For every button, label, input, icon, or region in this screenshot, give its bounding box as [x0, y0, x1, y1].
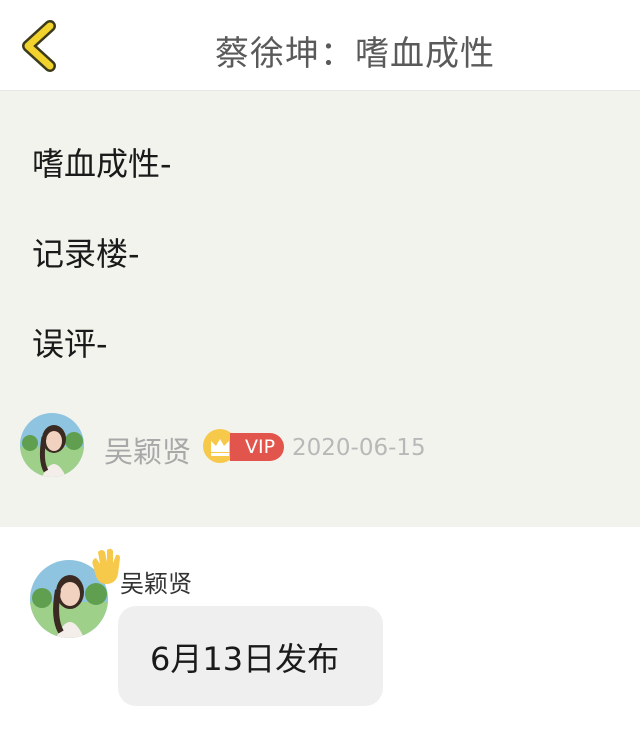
avatar-photo-icon	[20, 413, 84, 477]
page-title: 蔡徐坤：嗜血成性	[215, 34, 495, 74]
author-avatar[interactable]	[20, 413, 84, 477]
waving-hand-icon	[88, 546, 124, 586]
vip-badge: VIP	[230, 433, 284, 461]
post-card: 嗜血成性- 记录楼- 误评- 吴颖贤 VIP 2020-06-15	[0, 91, 640, 527]
chevron-left-icon	[22, 20, 56, 72]
back-button[interactable]	[16, 20, 64, 72]
top-navigation-bar: 蔡徐坤：嗜血成性	[0, 0, 640, 91]
post-line-1: 嗜血成性-	[32, 145, 172, 183]
comment-bubble: 6月13日发布	[118, 606, 383, 706]
comment-text: 6月13日发布	[150, 640, 340, 678]
comment-author-name[interactable]: 吴颖贤	[120, 564, 192, 599]
author-name[interactable]: 吴颖贤	[104, 429, 191, 471]
post-line-2: 记录楼-	[32, 235, 140, 273]
post-line-3: 误评-	[32, 325, 108, 363]
post-date: 2020-06-15	[292, 435, 426, 461]
